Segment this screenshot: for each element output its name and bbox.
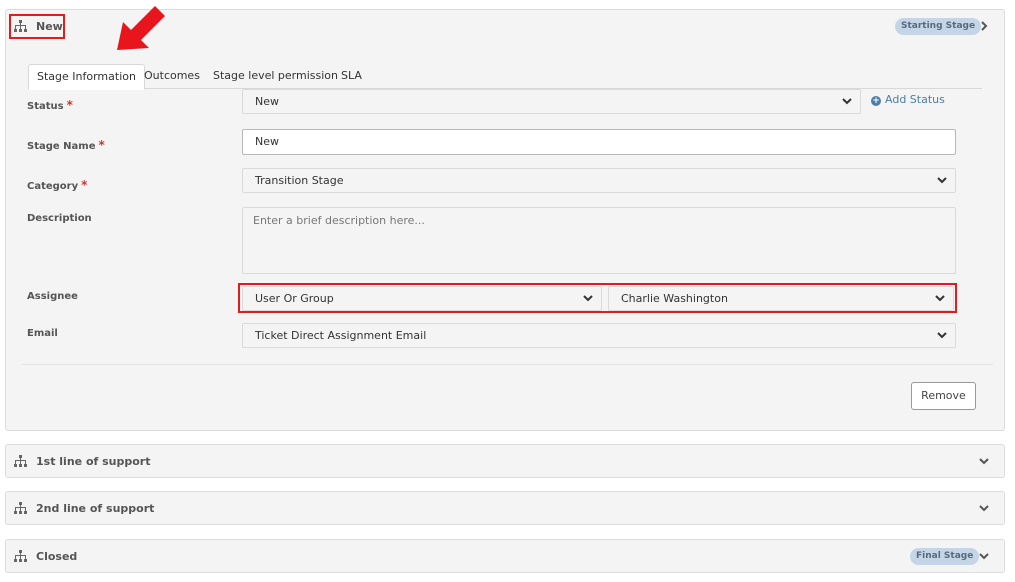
email-label: Email bbox=[27, 328, 58, 339]
plus-circle-icon: + bbox=[871, 96, 881, 106]
assignee-highlight-box bbox=[238, 283, 957, 313]
chevron-right-icon[interactable] bbox=[978, 20, 990, 32]
chevron-down-icon bbox=[842, 98, 852, 105]
highlight-box bbox=[9, 14, 65, 39]
hierarchy-icon bbox=[14, 502, 27, 514]
stage-name: 2nd line of support bbox=[36, 502, 155, 515]
chevron-down-icon bbox=[937, 332, 947, 339]
starting-stage-badge: Starting Stage bbox=[895, 18, 982, 35]
description-label: Description bbox=[27, 213, 92, 224]
tab-stage-level-permission[interactable]: Stage level permission bbox=[205, 64, 346, 89]
hierarchy-icon bbox=[14, 455, 27, 467]
divider bbox=[22, 364, 993, 365]
stage-panel-closed[interactable]: Closed Final Stage bbox=[5, 539, 1005, 573]
chevron-down-icon[interactable] bbox=[978, 455, 990, 467]
assignee-label: Assignee bbox=[27, 291, 78, 302]
stage-name-label: Stage Name * bbox=[27, 138, 105, 152]
stage-name: 1st line of support bbox=[36, 455, 151, 468]
stage-panel-2nd-line[interactable]: 2nd line of support bbox=[5, 491, 1005, 525]
category-label: Category * bbox=[27, 178, 88, 192]
chevron-down-icon bbox=[937, 177, 947, 184]
email-select[interactable]: Ticket Direct Assignment Email bbox=[242, 323, 956, 348]
add-status-link[interactable]: + Add Status bbox=[871, 93, 945, 106]
status-label: Status * bbox=[27, 98, 73, 112]
tab-outcomes[interactable]: Outcomes bbox=[136, 64, 208, 89]
category-select[interactable]: Transition Stage bbox=[242, 168, 956, 193]
description-textarea[interactable]: Enter a brief description here... bbox=[242, 207, 956, 274]
chevron-down-icon[interactable] bbox=[978, 550, 990, 562]
stage-tabs: Stage Information Outcomes Stage level p… bbox=[28, 64, 982, 90]
chevron-down-icon[interactable] bbox=[978, 502, 990, 514]
stage-name: Closed bbox=[36, 550, 78, 563]
stage-name-input[interactable]: New bbox=[242, 129, 956, 155]
annotation-arrow-icon bbox=[117, 6, 165, 50]
tab-stage-information[interactable]: Stage Information bbox=[28, 64, 145, 90]
stage-panel-1st-line[interactable]: 1st line of support bbox=[5, 444, 1005, 478]
status-select[interactable]: New bbox=[242, 89, 861, 114]
hierarchy-icon bbox=[14, 550, 27, 562]
final-stage-badge: Final Stage bbox=[910, 548, 980, 565]
tab-sla[interactable]: SLA bbox=[333, 64, 370, 89]
remove-button[interactable]: Remove bbox=[911, 382, 976, 410]
